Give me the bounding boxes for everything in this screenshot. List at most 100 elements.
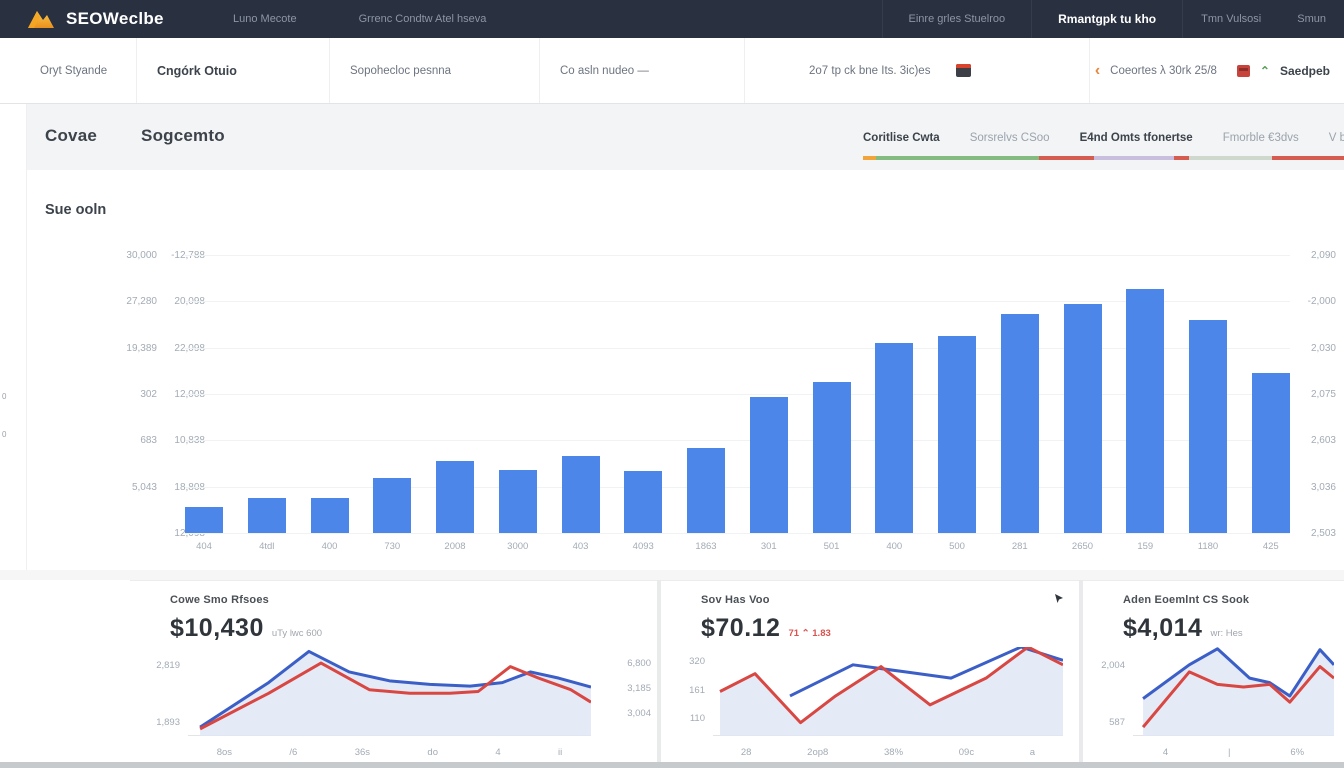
calendar-red-icon[interactable] bbox=[1237, 65, 1250, 77]
secondary-nav: Einre grles Stuelroo Rmantgpk tu kho Tmn V… bbox=[882, 0, 1344, 38]
toolbar-cell-0[interactable]: Oryt Styande bbox=[0, 38, 137, 103]
mini-y-label-left: 587 bbox=[1087, 717, 1125, 728]
mini-x-labels: 282op838%09ca bbox=[713, 747, 1063, 758]
underline-segment-3 bbox=[1094, 156, 1174, 160]
gridline bbox=[185, 533, 1290, 534]
card-title: Sov Has Voo bbox=[701, 594, 1079, 606]
toolbar-cell-4[interactable]: 2o7 tp ck bne Its. 3ic)es bbox=[745, 38, 1090, 103]
date-range-label[interactable]: Coeortes λ 30rk 25/8 bbox=[1110, 65, 1217, 77]
card-value-row: $4,014 wr: Hes bbox=[1123, 614, 1344, 643]
logo-icon bbox=[26, 8, 56, 30]
page-root: SEOWeclbe Luno Mecote Grrenc Condtw Atel … bbox=[0, 0, 1344, 768]
mini-y-label-left: 320 bbox=[665, 656, 705, 667]
bar bbox=[938, 336, 976, 533]
tab-2[interactable]: E4nd Omts tfonertse bbox=[1080, 132, 1193, 144]
toolbar-cell-1[interactable]: Cngórk Otuio bbox=[137, 38, 330, 103]
mini-y-label-right: 3,004 bbox=[627, 708, 651, 719]
cursor-icon[interactable] bbox=[1053, 593, 1065, 605]
logo[interactable]: SEOWeclbe bbox=[0, 8, 205, 30]
mini-x-labels: 8os/636sdo4ii bbox=[188, 747, 591, 758]
toolbar-cell-label: Co asln nudeo — bbox=[560, 65, 649, 77]
mini-x-label: | bbox=[1228, 747, 1230, 758]
bar bbox=[499, 470, 537, 533]
section-title-left[interactable]: Covae bbox=[45, 126, 97, 146]
mini-chart-svg bbox=[1133, 647, 1334, 736]
stat-card-2: Sov Has Voo $70.12 71 ⌃ 1.83 32016111028… bbox=[661, 580, 1079, 762]
axis-label: 3,036 bbox=[1311, 482, 1336, 493]
axis-label: -2,000 bbox=[1308, 296, 1336, 307]
metric-tabs: Coritlise Cwta Sorsrelvs CSoo E4nd Omts tf… bbox=[863, 132, 1344, 144]
section-title-right[interactable]: Sogcemto bbox=[141, 126, 225, 146]
nav-plain-label: Smun bbox=[1297, 13, 1326, 25]
rail-zero-label: 0 bbox=[2, 430, 6, 439]
toolbar-cell-3[interactable]: Co asln nudeo — bbox=[540, 38, 745, 103]
mini-x-label: 4 bbox=[1163, 747, 1168, 758]
nav-cell-0[interactable]: Einre grles Stuelroo bbox=[882, 0, 1032, 38]
tab-4[interactable]: V boowr bbox=[1329, 132, 1344, 144]
mini-x-label: 4 bbox=[495, 747, 500, 758]
x-axis-label: 400 bbox=[875, 541, 913, 552]
mini-x-label: a bbox=[1030, 747, 1035, 758]
nav-plain-1[interactable]: Smun bbox=[1279, 0, 1344, 38]
nav-item-0[interactable]: Luno Mecote bbox=[233, 13, 297, 25]
mini-x-label: 28 bbox=[741, 747, 752, 758]
bar-series bbox=[185, 255, 1290, 533]
bar bbox=[813, 382, 851, 533]
rail-zero-label: 0 bbox=[2, 392, 6, 401]
cards-band bbox=[0, 570, 1344, 580]
bar bbox=[1252, 373, 1290, 533]
x-axis-label: 4tdl bbox=[248, 541, 286, 552]
section-header: Covae Sogcemto Coritlise Cwta Sorsrelvs C… bbox=[27, 104, 1344, 170]
range-action-label[interactable]: Saedpeb bbox=[1280, 64, 1330, 78]
mini-x-labels: 4|6% bbox=[1133, 747, 1334, 758]
calendar-icon[interactable] bbox=[956, 64, 971, 77]
toolbar-cell-label: 2o7 tp ck bne Its. 3ic)es bbox=[809, 65, 930, 77]
mini-x-label: 09c bbox=[959, 747, 974, 758]
x-axis-label: 403 bbox=[562, 541, 600, 552]
mini-x-label: ii bbox=[558, 747, 562, 758]
bar bbox=[436, 461, 474, 533]
axis-label: 2,075 bbox=[1311, 389, 1336, 400]
tab-1[interactable]: Sorsrelvs CSoo bbox=[970, 132, 1050, 144]
card-subtitle: wr: Hes bbox=[1210, 628, 1242, 639]
nav-cell-label: Rmantgpk tu kho bbox=[1058, 12, 1156, 26]
x-axis-label: 404 bbox=[185, 541, 223, 552]
nav-plain-0[interactable]: Tmn Vulsosi bbox=[1183, 0, 1279, 38]
mini-y-label-left: 2,819 bbox=[134, 660, 180, 671]
mini-x-label: 2op8 bbox=[807, 747, 828, 758]
mini-y-label-left: 1,893 bbox=[134, 717, 180, 728]
axis-label: 2,603 bbox=[1311, 435, 1336, 446]
axis-label: 2,030 bbox=[1311, 343, 1336, 354]
toolbar-cell-2[interactable]: Sopohecloc pesnna bbox=[330, 38, 540, 103]
bar bbox=[1064, 304, 1102, 533]
bar bbox=[1126, 289, 1164, 533]
card-value: $70.12 bbox=[701, 614, 780, 643]
x-axis-label: 730 bbox=[373, 541, 411, 552]
x-axis-label: 400 bbox=[311, 541, 349, 552]
mini-y-label-right: 3,185 bbox=[627, 683, 651, 694]
x-axis-label: 281 bbox=[1001, 541, 1039, 552]
chevron-left-icon[interactable]: ‹ bbox=[1095, 63, 1100, 79]
mini-line-chart: 320161110282op838%09ca bbox=[661, 643, 1079, 738]
top-navbar: SEOWeclbe Luno Mecote Grrenc Condtw Atel … bbox=[0, 0, 1344, 38]
bar bbox=[373, 478, 411, 533]
nav-cell-1[interactable]: Rmantgpk tu kho bbox=[1031, 0, 1183, 38]
bottom-bar bbox=[0, 762, 1344, 768]
tab-3[interactable]: Fmorble €3dvs bbox=[1223, 132, 1299, 144]
stat-card-3: Aden Eoemlnt CS Sook $4,014 wr: Hes 2,00… bbox=[1083, 580, 1344, 762]
date-range-controls: ‹ Coeortes λ 30rk 25/8 ⌃ Saedpeb bbox=[1095, 38, 1344, 103]
main-chart-card: Sue ooln 30,00027,28019,3893026835,043 -… bbox=[27, 170, 1344, 570]
x-axis-label: 3000 bbox=[499, 541, 537, 552]
underline-segment-4 bbox=[1174, 156, 1189, 160]
card-value: $4,014 bbox=[1123, 614, 1202, 643]
x-axis-label: 2650 bbox=[1064, 541, 1102, 552]
tab-0[interactable]: Coritlise Cwta bbox=[863, 132, 940, 144]
mini-y-label-right: 6,800 bbox=[627, 658, 651, 669]
section-titles: Covae Sogcemto bbox=[45, 126, 225, 146]
metric-tabs-underline bbox=[863, 156, 1344, 160]
mini-x-label: 8os bbox=[217, 747, 232, 758]
bar bbox=[687, 448, 725, 533]
mini-x-label: /6 bbox=[289, 747, 297, 758]
bar bbox=[185, 507, 223, 533]
nav-item-1[interactable]: Grrenc Condtw Atel hseva bbox=[359, 13, 487, 25]
